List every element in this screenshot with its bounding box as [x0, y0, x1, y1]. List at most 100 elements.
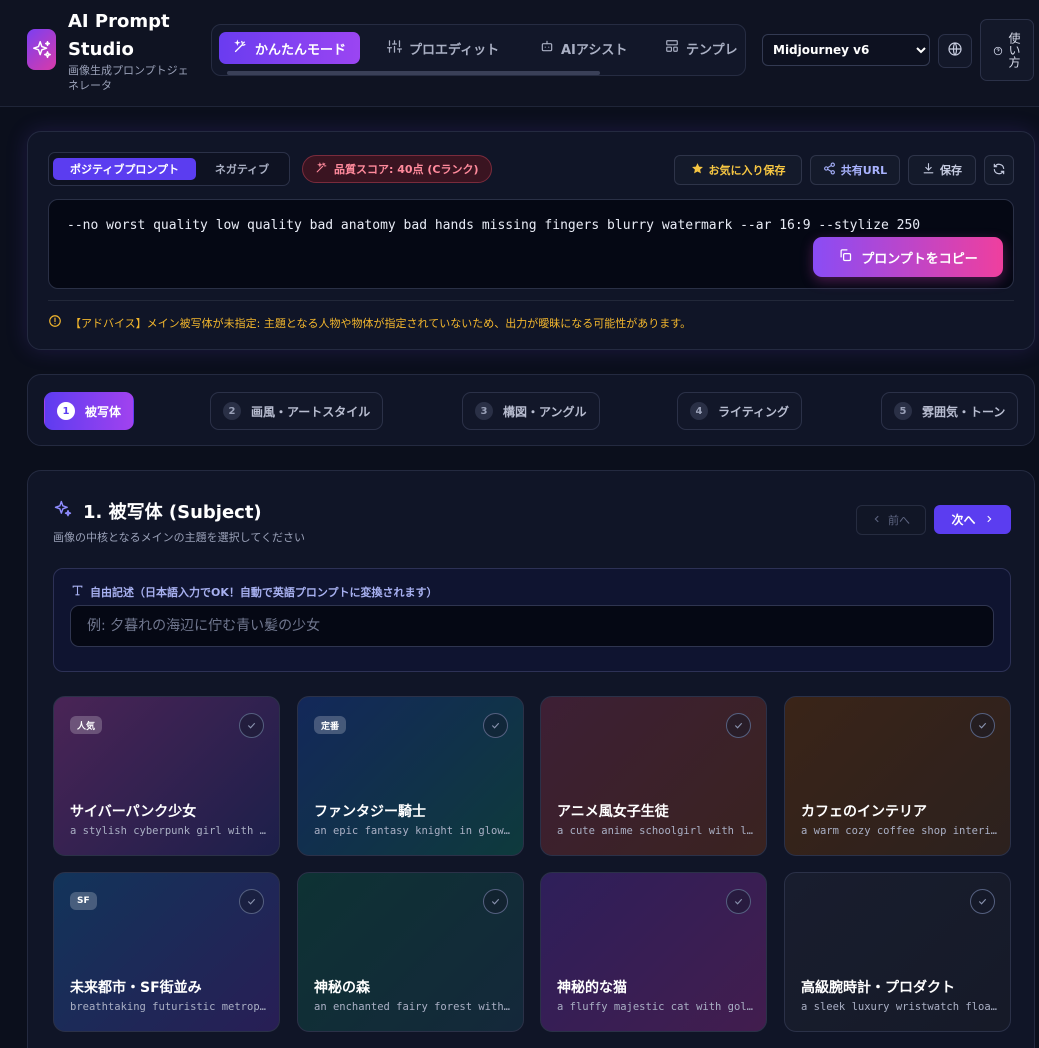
step-number: 2: [223, 402, 241, 420]
tab-template-label: テンプレ: [686, 42, 738, 58]
card-description: a stylish cyberpunk girl with neon light…: [70, 825, 266, 837]
step-art-style[interactable]: 2 画風・アートスタイル: [210, 392, 384, 430]
card-badge: 人気: [70, 716, 103, 734]
refresh-button[interactable]: [984, 155, 1014, 185]
tab-pro-edit[interactable]: プロエディット: [373, 32, 513, 64]
step-label: 被写体: [85, 404, 122, 419]
subject-card-futuristic-city[interactable]: SF 未来都市・SF街並み breathtaking futuristic me…: [53, 872, 280, 1032]
quality-score-badge: 品質スコア: 40点 (Cランク): [302, 155, 492, 183]
layout-icon: [665, 39, 679, 57]
free-description-input[interactable]: [70, 605, 994, 647]
free-input-label-text: 自由記述（日本語入力でOK！自動で英語プロンプトに変換されます）: [90, 586, 438, 599]
divider: [48, 300, 1014, 301]
subject-card-mystic-forest[interactable]: 神秘の森 an enchanted fairy forest with glow…: [297, 872, 524, 1032]
subject-card-fantasy-knight[interactable]: 定番 ファンタジー騎士 an epic fantasy knight in gl…: [297, 696, 524, 856]
download-icon: [922, 162, 935, 178]
app-header: AI Prompt Studio 画像生成プロンプトジェネレータ かんたんモード…: [0, 0, 1039, 107]
check-icon[interactable]: [239, 713, 264, 738]
favorite-save-button[interactable]: お気に入り保存: [674, 155, 802, 185]
section-subtitle: 画像の中核となるメインの主題を選択してください: [53, 531, 306, 544]
step-label: 構図・アングル: [503, 404, 587, 419]
mode-tabs-scrollbar[interactable]: [227, 71, 600, 75]
check-icon[interactable]: [483, 713, 508, 738]
app-title: AI Prompt Studio: [68, 11, 170, 60]
step-subject[interactable]: 1 被写体: [44, 392, 135, 430]
sparkles-logo-icon: [27, 29, 56, 70]
help-circle-icon: [993, 41, 1003, 60]
tab-template[interactable]: テンプレ: [651, 32, 745, 64]
app-subtitle: 画像生成プロンプトジェネレータ: [68, 64, 189, 92]
card-description: a fluffy majestic cat with golden eyes: [557, 1001, 753, 1013]
next-button[interactable]: 次へ: [934, 505, 1011, 534]
language-button[interactable]: [938, 34, 972, 68]
step-lighting[interactable]: 4 ライティング: [677, 392, 803, 430]
tab-ai-assist-label: AIアシスト: [561, 42, 628, 58]
tab-easy-mode[interactable]: かんたんモード: [219, 32, 361, 64]
prompt-type-toggle: ポジティブプロンプト ネガティブ: [48, 152, 290, 186]
usage-guide-button[interactable]: 使い方: [980, 19, 1034, 81]
tab-ai-assist[interactable]: AIアシスト: [526, 32, 641, 64]
prompt-output-box[interactable]: --no worst quality low quality bad anato…: [48, 199, 1014, 289]
step-number: 5: [894, 402, 912, 420]
previous-button[interactable]: 前へ: [856, 505, 926, 535]
step-number: 4: [690, 402, 708, 420]
step-label: 画風・アートスタイル: [251, 404, 371, 419]
step-number: 1: [57, 402, 75, 420]
advice-message: 【アドバイス】メイン被写体が未指定: 主題となる人物や物体が指定されていないため…: [48, 314, 691, 331]
favorite-save-label: お気に入り保存: [708, 164, 786, 177]
advice-text: 【アドバイス】メイン被写体が未指定: 主題となる人物や物体が指定されていないため…: [70, 316, 692, 330]
card-title: サイバーパンク少女: [70, 804, 197, 820]
step-navigation: 1 被写体 2 画風・アートスタイル 3 構図・アングル 4 ライティング 5 …: [27, 374, 1035, 446]
globe-icon: [947, 41, 963, 61]
step-composition[interactable]: 3 構図・アングル: [462, 392, 600, 430]
tab-easy-mode-label: かんたんモード: [255, 42, 347, 58]
wand-sparkle-icon: [315, 161, 328, 177]
check-icon[interactable]: [239, 889, 264, 914]
share-url-label: 共有URL: [840, 164, 888, 177]
card-description: a warm cozy coffee shop interior: [801, 825, 997, 837]
card-title: ファンタジー騎士: [314, 804, 426, 820]
check-icon[interactable]: [970, 889, 995, 914]
text-type-icon: [71, 584, 84, 600]
check-icon[interactable]: [970, 713, 995, 738]
copy-icon: [838, 248, 853, 267]
save-button[interactable]: 保存: [908, 155, 976, 185]
tab-negative-prompt[interactable]: ネガティブ: [199, 158, 285, 180]
card-description: an epic fantasy knight in glowing armor: [314, 825, 510, 837]
mode-tabs: かんたんモード プロエディット AIアシスト テンプレ: [211, 24, 746, 76]
subject-section: 1. 被写体 (Subject) 画像の中核となるメインの主題を選択してください…: [27, 470, 1035, 1048]
card-title: 神秘的な猫: [557, 980, 627, 996]
subject-card-luxury-watch[interactable]: 高級腕時計・プロダクト a sleek luxury wristwatch fl…: [784, 872, 1011, 1032]
card-title: 神秘の森: [314, 980, 370, 996]
card-title: 未来都市・SF街並み: [70, 980, 202, 996]
subject-card-anime-schoolgirl[interactable]: アニメ風女子生徒 a cute anime schoolgirl with lo…: [540, 696, 767, 856]
model-select[interactable]: Midjourney v6: [762, 34, 930, 66]
subject-card-cafe-interior[interactable]: カフェのインテリア a warm cozy coffee shop interi…: [784, 696, 1011, 856]
check-icon[interactable]: [726, 889, 751, 914]
card-title: 高級腕時計・プロダクト: [801, 980, 955, 996]
usage-guide-label: 使い方: [1007, 32, 1021, 68]
chevron-left-icon: [872, 514, 882, 527]
next-label: 次へ: [951, 513, 976, 527]
card-description: breathtaking futuristic metropolis: [70, 1001, 266, 1013]
check-icon[interactable]: [726, 713, 751, 738]
check-icon[interactable]: [483, 889, 508, 914]
prompt-output-text: --no worst quality low quality bad anato…: [67, 218, 921, 233]
magic-wand-icon: [233, 39, 248, 58]
section-title-text: 1. 被写体 (Subject): [83, 502, 262, 523]
share-url-button[interactable]: 共有URL: [810, 155, 900, 185]
copy-prompt-button[interactable]: プロンプトをコピー: [813, 237, 1003, 277]
prompt-panel: ポジティブプロンプト ネガティブ 品質スコア: 40点 (Cランク) お気に入り…: [27, 131, 1035, 350]
copy-prompt-label: プロンプトをコピー: [861, 251, 978, 267]
step-mood-tone[interactable]: 5 雰囲気・トーン: [881, 392, 1019, 430]
card-title: アニメ風女子生徒: [557, 804, 669, 820]
step-label: 雰囲気・トーン: [922, 404, 1006, 419]
card-description: a sleek luxury wristwatch floating: [801, 1001, 997, 1013]
step-label: ライティング: [718, 404, 790, 419]
share-icon: [823, 162, 836, 178]
card-badge: SF: [70, 892, 97, 910]
save-label: 保存: [940, 164, 962, 177]
tab-positive-prompt[interactable]: ポジティブプロンプト: [53, 158, 196, 180]
subject-card-mystic-cat[interactable]: 神秘的な猫 a fluffy majestic cat with golden …: [540, 872, 767, 1032]
subject-card-cyberpunk-girl[interactable]: 人気 サイバーパンク少女 a stylish cyberpunk girl wi…: [53, 696, 280, 856]
